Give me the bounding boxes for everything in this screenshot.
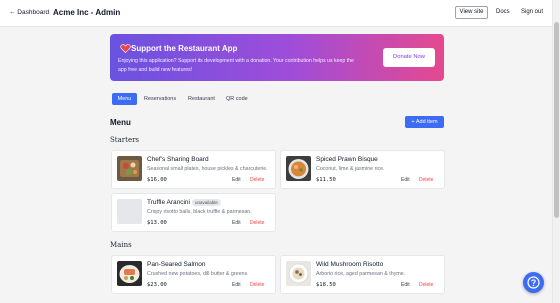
question-icon [527,276,540,289]
help-button[interactable] [523,272,544,293]
item-image-prawn-bisque [286,156,311,181]
category-heading-mains: Mains [110,241,132,249]
delete-link[interactable]: Delete [419,177,433,183]
item-description: Crushed new potatoes, dill butter & gree… [147,271,249,277]
edit-link[interactable]: Edit [232,177,241,183]
item-name: Truffle Arancini [147,199,190,206]
item-price: $23.00 [147,282,167,288]
menu-item-card[interactable]: Spiced Prawn Bisque Coconut, lime & jasm… [280,150,445,189]
item-name: Pan-Seared Salmon [147,261,206,268]
delete-link[interactable]: Delete [250,177,264,183]
menu-section-title: Menu [110,118,131,127]
item-price: $11.50 [316,177,336,183]
view-site-button[interactable]: View site [455,6,488,19]
docs-link[interactable]: Docs [496,9,510,15]
heart-icon [120,44,131,54]
menu-item-card[interactable]: Truffle Arancini unavailable Crispy riso… [111,193,276,232]
delete-link[interactable]: Delete [250,282,264,288]
add-item-button[interactable]: + Add item [405,116,444,128]
top-navbar: ← Dashboard Acme Inc - Admin View site D… [0,0,552,27]
menu-item-card[interactable]: Pan-Seared Salmon Crushed new potatoes, … [111,255,276,294]
menu-item-card[interactable]: Chef's Sharing Board Seasonal small plat… [111,150,276,189]
app-title: Acme Inc - Admin [53,8,121,17]
delete-link[interactable]: Delete [419,282,433,288]
item-image-risotto [286,261,311,286]
item-price: $13.00 [147,220,167,226]
donation-banner: Support the Restaurant App Enjoying this… [110,34,444,81]
tab-reservations[interactable]: Reservations [144,93,176,105]
item-description: Arborio rice, aged parmesan & thyme. [316,271,406,277]
tab-restaurant[interactable]: Restaurant [188,93,215,105]
scrollbar-thumb[interactable] [554,22,559,218]
sign-out-link[interactable]: Sign out [521,9,543,15]
item-description: Crispy risotto balls, black truffle & pa… [147,209,252,215]
item-image-salmon [117,261,142,286]
unavailable-badge: unavailable [192,199,221,206]
donate-now-button[interactable]: Donate Now [383,48,435,67]
item-description: Coconut, lime & jasmine rice. [316,166,385,172]
item-image-sharing-board [117,156,142,181]
category-heading-starters: Starters [110,136,140,144]
back-to-dashboard-link[interactable]: ← Dashboard [9,9,49,16]
item-image-placeholder [117,199,142,224]
item-name: Spiced Prawn Bisque [316,156,378,163]
edit-link[interactable]: Edit [401,177,410,183]
menu-item-card[interactable]: Wild Mushroom Risotto Arborio rice, aged… [280,255,445,294]
edit-link[interactable]: Edit [401,282,410,288]
tab-qr-code[interactable]: QR code [226,93,248,105]
item-description: Seasonal small plates, house pickles & c… [147,166,268,172]
tab-menu[interactable]: Menu [112,93,137,105]
edit-link[interactable]: Edit [232,220,241,226]
edit-link[interactable]: Edit [232,282,241,288]
item-price: $18.50 [316,282,336,288]
banner-title: Support the Restaurant App [131,44,238,53]
item-price: $16.00 [147,177,167,183]
banner-text: Enjoying this application? Support its d… [118,58,354,73]
item-name: Chef's Sharing Board [147,156,209,163]
delete-link[interactable]: Delete [250,220,264,226]
item-name: Wild Mushroom Risotto [316,261,384,268]
